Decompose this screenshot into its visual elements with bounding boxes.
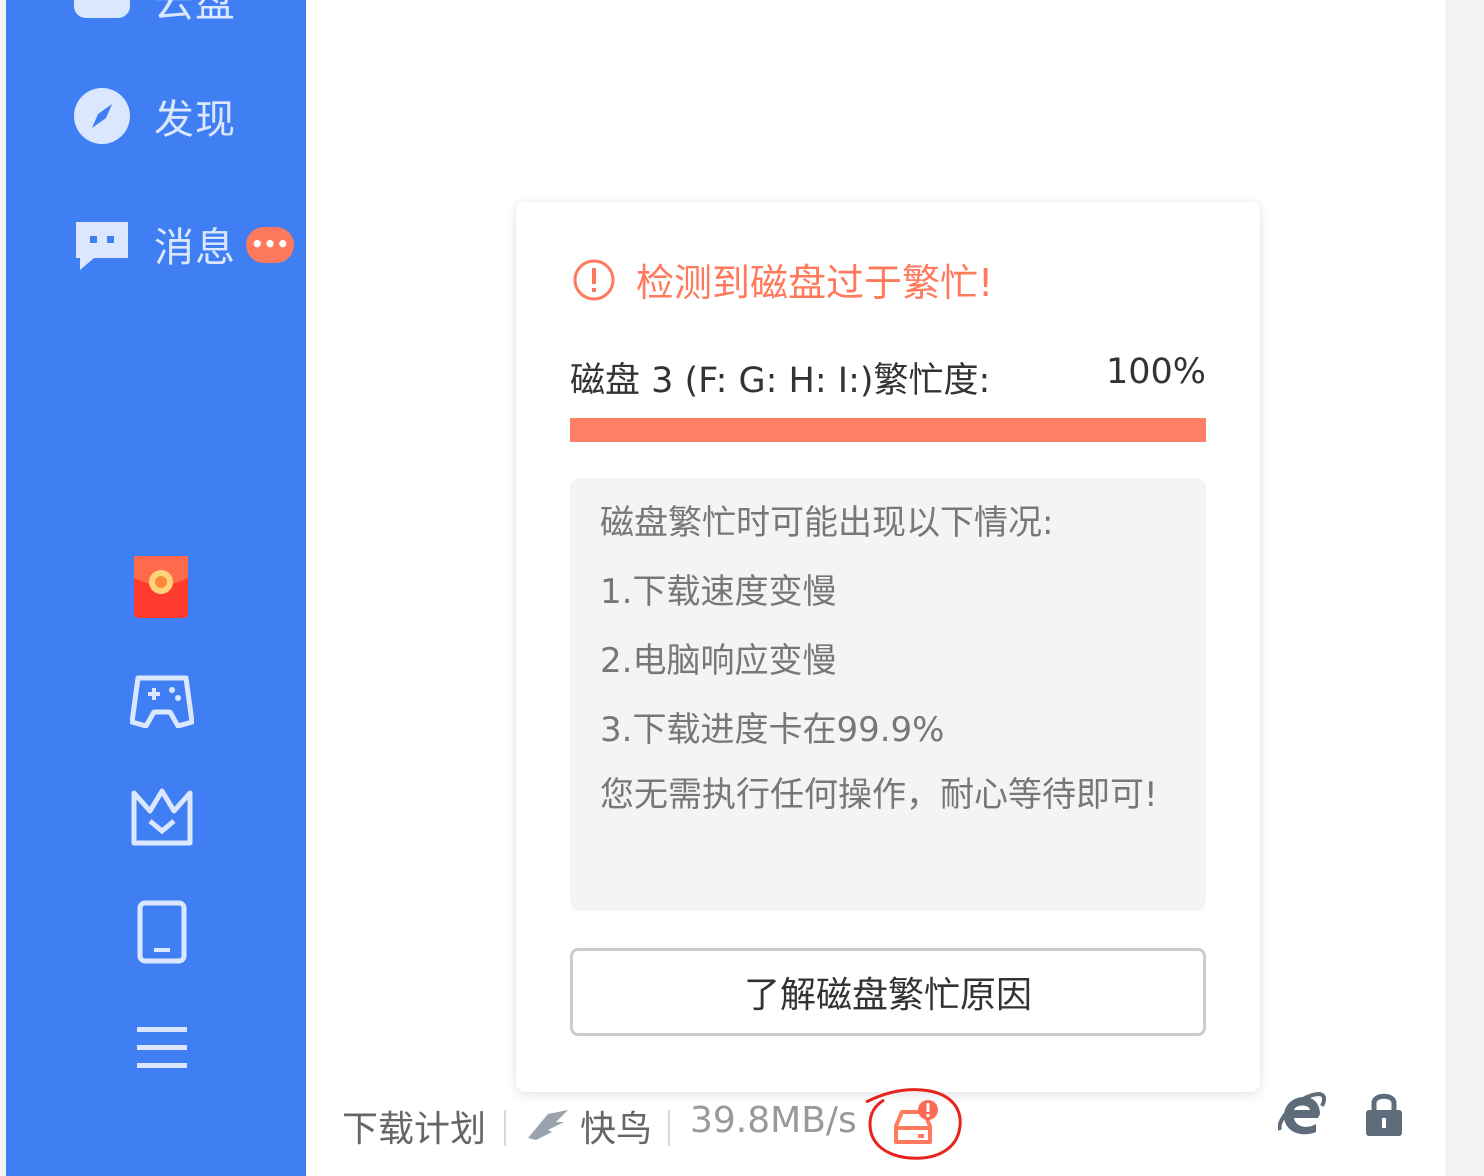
download-plan-link[interactable]: 下载计划 [342, 1100, 486, 1152]
red-packet-art [134, 556, 188, 594]
popup-title: 检测到磁盘过于繁忙! [572, 252, 993, 307]
red-packet-icon[interactable] [134, 556, 188, 618]
sidebar-item-label: 云盘 [154, 0, 236, 26]
sidebar-item-message[interactable]: 消息 [72, 214, 236, 274]
busy-progress-bar [570, 418, 1206, 442]
sidebar: 云盘 发现 消息 ••• [6, 0, 306, 1176]
fast-bird-link[interactable]: 快鸟 [526, 1100, 652, 1152]
ie-icon[interactable] [1278, 1090, 1326, 1138]
gamepad-icon[interactable] [130, 668, 194, 732]
busy-progress-fill [570, 418, 1206, 442]
compass-icon [74, 88, 130, 144]
fast-bird-label: 快鸟 [580, 1109, 653, 1150]
info-line: 1.下载速度变慢 [600, 572, 837, 612]
busy-percent: 100% [1105, 352, 1206, 392]
popup-title-text: 检测到磁盘过于繁忙! [636, 261, 994, 305]
divider [668, 1110, 670, 1146]
sidebar-item-label: 发现 [154, 97, 236, 143]
learn-disk-busy-button[interactable]: 了解磁盘繁忙原因 [570, 948, 1206, 1036]
info-line: 3.下载进度卡在99.9% [600, 710, 945, 750]
lock-icon[interactable] [1364, 1090, 1404, 1138]
disk-busy-popup: 检测到磁盘过于繁忙! 磁盘 3 (F: G: H: I:)繁忙度: 100% 磁… [516, 202, 1260, 1092]
info-line: 您无需执行任何操作，耐心等待即可! [600, 775, 1158, 815]
scrollbar-track[interactable] [1446, 0, 1484, 1176]
divider [504, 1110, 506, 1146]
sidebar-item-discover[interactable]: 发现 [72, 86, 236, 146]
warning-circle-icon [573, 259, 615, 300]
disk-usage-row: 磁盘 3 (F: G: H: I:)繁忙度: 100% [570, 352, 1206, 403]
download-speed: 39.8MB/s [690, 1100, 857, 1141]
bird-icon [528, 1110, 568, 1140]
sidebar-item-label: 消息 [154, 225, 236, 271]
info-line: 2.电脑响应变慢 [600, 641, 837, 681]
info-line: 磁盘繁忙时可能出现以下情况: [600, 503, 1054, 543]
chat-icon [76, 222, 128, 270]
disk-alert-icon[interactable] [862, 1086, 962, 1160]
message-badge: ••• [246, 227, 294, 263]
cloud-icon [74, 0, 130, 18]
disk-label: 磁盘 3 (F: G: H: I:)繁忙度: [570, 361, 991, 401]
info-box: 磁盘繁忙时可能出现以下情况: 1.下载速度变慢 2.电脑响应变慢 3.下载进度卡… [570, 478, 1206, 911]
sidebar-item-cloud[interactable]: 云盘 [72, 0, 236, 28]
status-bar: 下载计划 快鸟 39.8MB/s [306, 1080, 1446, 1176]
phone-icon[interactable] [130, 900, 194, 964]
menu-icon[interactable] [130, 1016, 194, 1080]
crown-icon[interactable] [130, 785, 194, 849]
